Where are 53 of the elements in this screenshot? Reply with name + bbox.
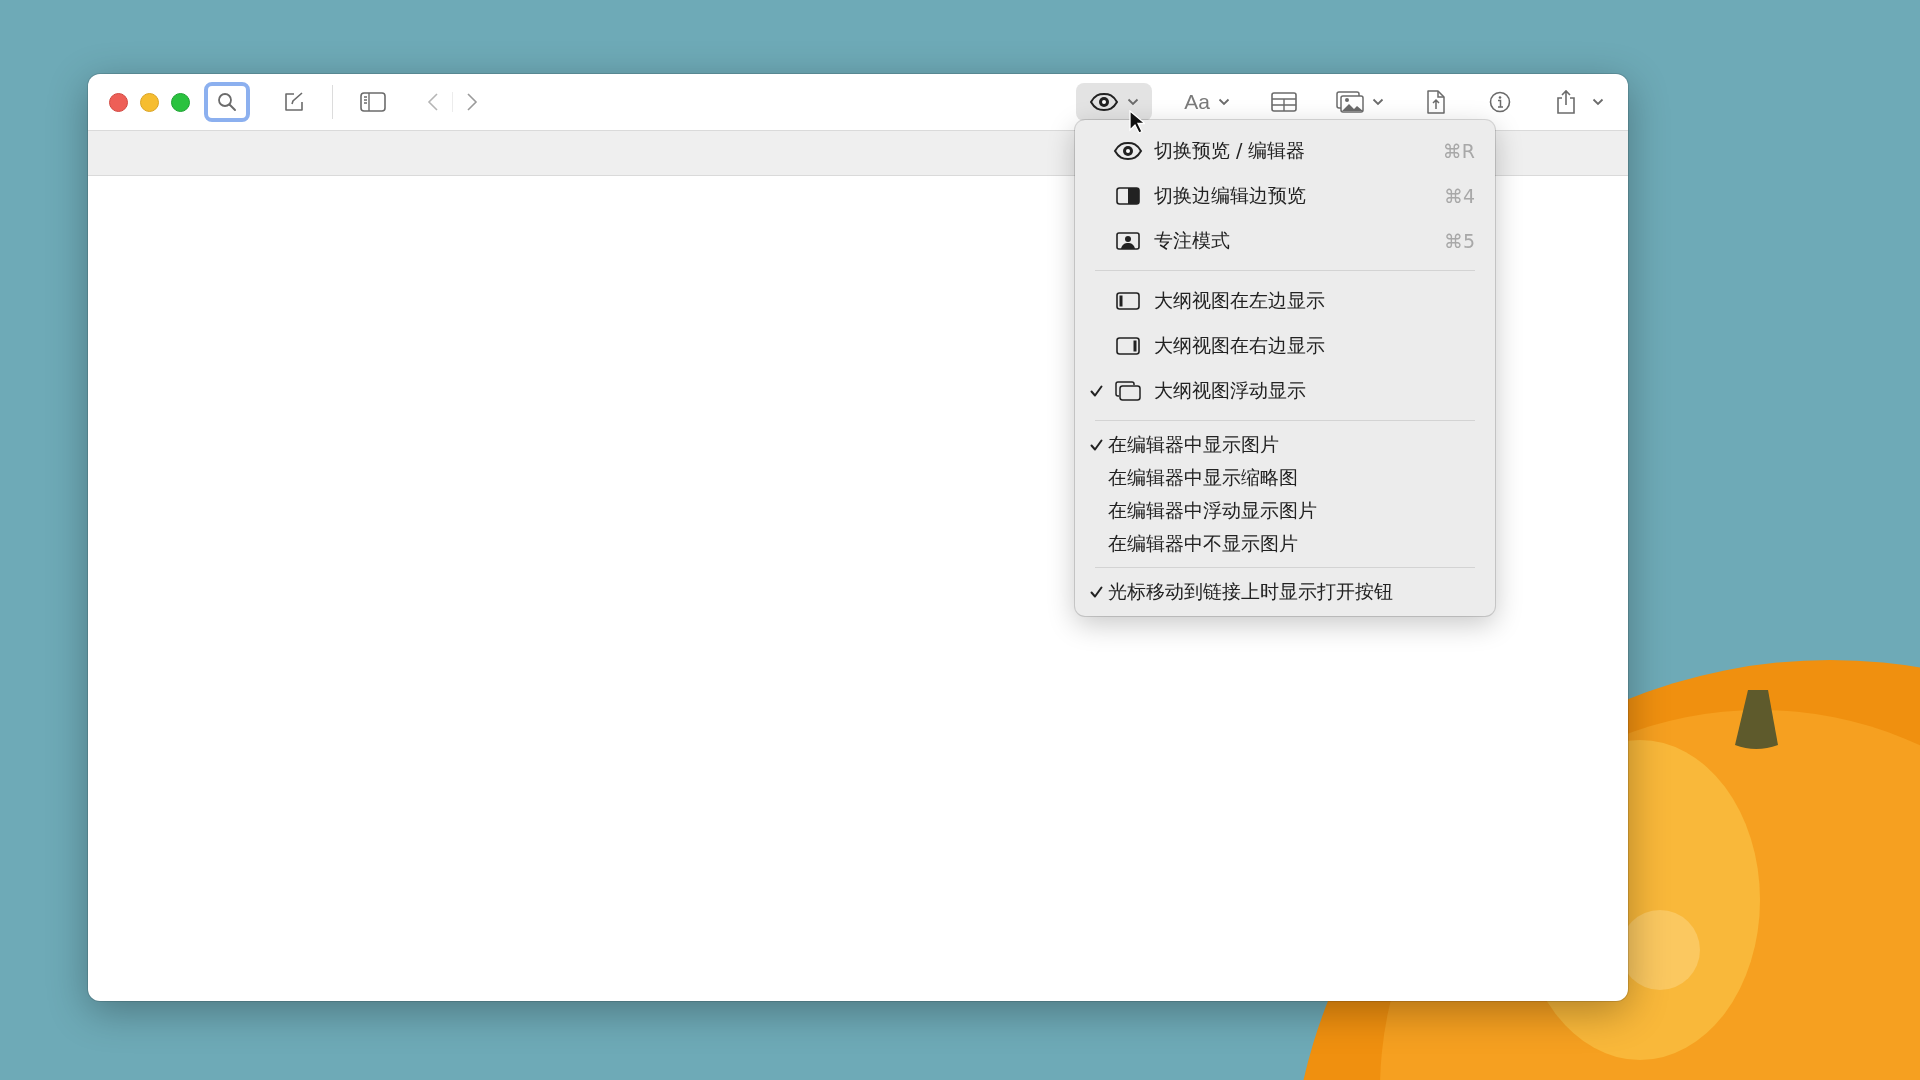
menu-item-label: 在编辑器中显示缩略图 — [1108, 464, 1299, 490]
split-view-icon — [1116, 186, 1140, 205]
zoom-button[interactable] — [171, 92, 190, 112]
overlapping-windows-icon — [1115, 380, 1141, 401]
table-icon — [1271, 92, 1297, 112]
right-panel-icon — [1116, 336, 1140, 355]
shortcut-label: ⌘4 — [1443, 184, 1475, 207]
eye-icon — [1113, 140, 1143, 161]
sidebar-icon — [360, 92, 386, 112]
close-button[interactable] — [109, 92, 128, 112]
menu-item[interactable]: 在编辑器中不显示图片 — [1075, 527, 1495, 560]
menu-item-label: 大纲视图在左边显示 — [1154, 287, 1326, 313]
menu-item[interactable]: 专注模式 ⌘5 — [1075, 218, 1495, 263]
menu-item[interactable]: 切换预览 / 编辑器 ⌘R — [1075, 128, 1495, 173]
font-button[interactable]: Aa — [1180, 83, 1234, 121]
menu-item[interactable]: 大纲视图在左边显示 — [1075, 278, 1495, 323]
eye-icon — [1089, 92, 1120, 112]
menu-item-label: 专注模式 — [1154, 227, 1231, 253]
menu-item-label: 大纲视图在右边显示 — [1154, 332, 1326, 358]
menu-item-label: 在编辑器中浮动显示图片 — [1108, 497, 1318, 523]
chevron-icon — [1218, 98, 1230, 106]
chevron-icon — [1127, 98, 1140, 106]
menu-item[interactable]: 在编辑器中浮动显示图片 — [1075, 494, 1495, 527]
document-export-icon — [1427, 90, 1445, 114]
menu-item-label: 在编辑器中不显示图片 — [1108, 530, 1299, 556]
forward-icon — [466, 92, 478, 112]
image-icon — [1336, 91, 1364, 113]
menu-item[interactable]: 光标移动到链接上时显示打开按钮 — [1075, 575, 1495, 608]
menu-item[interactable]: 在编辑器中显示图片 — [1075, 428, 1495, 461]
person-frame-icon — [1116, 231, 1140, 250]
menu-item[interactable]: 大纲视图在右边显示 — [1075, 323, 1495, 368]
view-mode-button[interactable] — [1076, 83, 1153, 121]
search-icon — [217, 92, 237, 112]
menu-item-label: 切换预览 / 编辑器 — [1154, 137, 1307, 163]
share-icon — [1556, 89, 1576, 115]
menu-item-label: 光标移动到链接上时显示打开按钮 — [1108, 578, 1394, 604]
shortcut-label: ⌘5 — [1443, 229, 1475, 252]
shortcut-label: ⌘R — [1442, 139, 1475, 162]
back-icon — [427, 92, 439, 112]
left-panel-icon — [1116, 291, 1140, 310]
compose-icon — [283, 91, 305, 113]
menu-item-label: 在编辑器中显示图片 — [1108, 431, 1280, 457]
menu-item[interactable]: 大纲视图浮动显示 — [1075, 368, 1495, 413]
chevron-icon — [1372, 98, 1384, 106]
search-button[interactable] — [204, 82, 250, 122]
cursor-icon — [1129, 110, 1145, 134]
menu-item-label: 切换边编辑边预览 — [1154, 182, 1307, 208]
menu-item-label: 大纲视图浮动显示 — [1154, 377, 1307, 403]
minimize-button[interactable] — [140, 92, 159, 112]
menu-item[interactable]: 切换边编辑边预览 ⌘4 — [1075, 173, 1495, 218]
chevron-icon — [1592, 98, 1604, 106]
menu-item[interactable]: 在编辑器中显示缩略图 — [1075, 461, 1495, 494]
info-icon — [1489, 91, 1511, 113]
